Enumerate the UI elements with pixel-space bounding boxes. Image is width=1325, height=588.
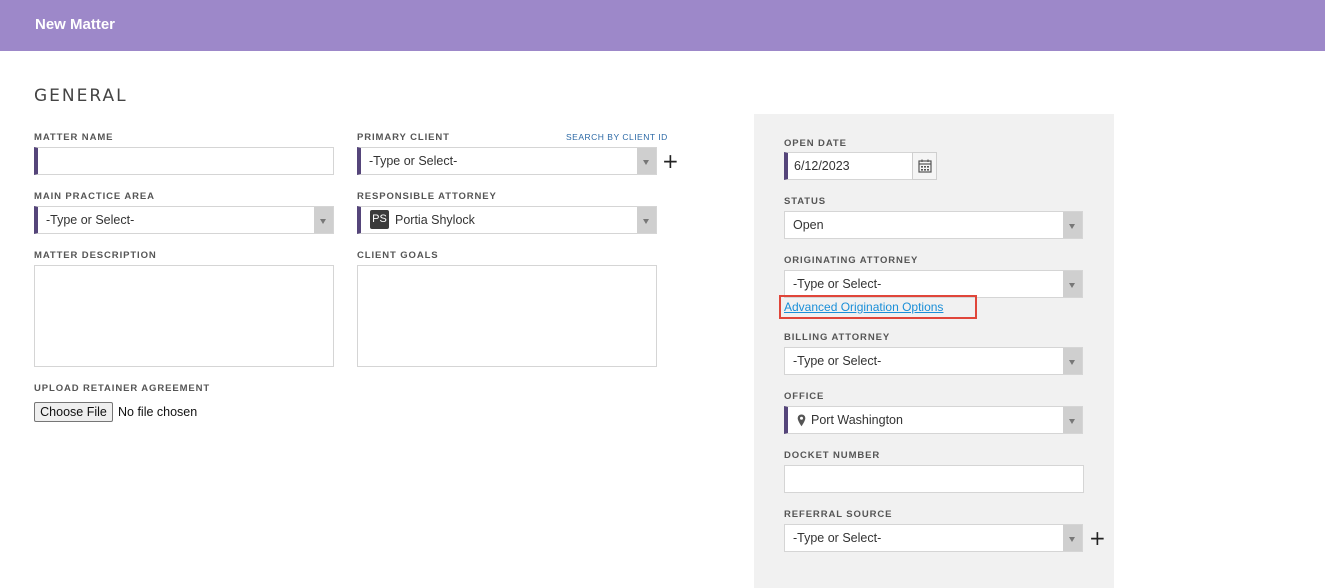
responsible-attorney-value: Portia Shylock [395,213,475,227]
page-title: New Matter [35,16,116,33]
referral-source-value: -Type or Select- [793,531,882,545]
triangle-down-icon[interactable] [1063,525,1082,551]
main-practice-area-label: MAIN PRACTICE AREA [34,191,155,202]
responsible-attorney-label: RESPONSIBLE ATTORNEY [357,191,497,202]
top-header-bar: New Matter [0,0,1325,51]
add-referral-plus-icon[interactable]: + [1089,528,1106,548]
matter-name-input[interactable] [34,147,334,175]
originating-attorney-label: ORIGINATING ATTORNEY [784,255,919,266]
upload-retainer-label: UPLOAD RETAINER AGREEMENT [34,383,211,394]
office-value: Port Washington [811,413,903,427]
primary-client-label: PRIMARY CLIENT [357,132,450,143]
client-goals-label: CLIENT GOALS [357,250,439,261]
calendar-icon [918,159,932,173]
file-status-text: No file chosen [118,405,198,419]
triangle-down-icon[interactable] [314,207,333,233]
highlight-box [779,295,977,319]
status-value: Open [793,218,824,232]
triangle-down-icon[interactable] [1063,407,1082,433]
section-title-general: GENERAL [34,86,128,106]
client-goals-textarea[interactable] [357,265,657,367]
choose-file-button[interactable]: Choose File [34,402,113,422]
referral-source-select[interactable]: -Type or Select- [784,524,1083,552]
primary-client-select[interactable]: -Type or Select- [357,147,657,175]
search-by-client-id-link[interactable]: SEARCH BY CLIENT ID [566,132,668,142]
triangle-down-icon[interactable] [637,148,656,174]
open-date-label: OPEN DATE [784,138,847,149]
matter-description-label: MATTER DESCRIPTION [34,250,157,261]
primary-client-value: -Type or Select- [369,154,458,168]
triangle-down-icon[interactable] [1063,212,1082,238]
originating-attorney-value: -Type or Select- [793,277,882,291]
matter-name-label: MATTER NAME [34,132,114,143]
office-label: OFFICE [784,391,825,402]
status-label: STATUS [784,196,826,207]
triangle-down-icon[interactable] [637,207,656,233]
triangle-down-icon[interactable] [1063,348,1082,374]
office-select[interactable]: Port Washington [784,406,1083,434]
triangle-down-icon[interactable] [1063,271,1082,297]
docket-number-label: DOCKET NUMBER [784,450,881,461]
add-client-plus-icon[interactable]: + [662,151,679,171]
calendar-button[interactable] [912,152,937,180]
status-select[interactable]: Open [784,211,1083,239]
avatar: PS [370,210,389,229]
billing-attorney-label: BILLING ATTORNEY [784,332,891,343]
matter-description-textarea[interactable] [34,265,334,367]
main-practice-area-value: -Type or Select- [46,213,135,227]
docket-number-input[interactable] [784,465,1084,493]
map-pin-icon [797,414,806,427]
referral-source-label: REFERRAL SOURCE [784,509,893,520]
open-date-value: 6/12/2023 [794,159,850,173]
responsible-attorney-select[interactable]: PS Portia Shylock [357,206,657,234]
open-date-input[interactable]: 6/12/2023 [784,152,913,180]
main-practice-area-select[interactable]: -Type or Select- [34,206,334,234]
billing-attorney-value: -Type or Select- [793,354,882,368]
billing-attorney-select[interactable]: -Type or Select- [784,347,1083,375]
originating-attorney-select[interactable]: -Type or Select- [784,270,1083,298]
